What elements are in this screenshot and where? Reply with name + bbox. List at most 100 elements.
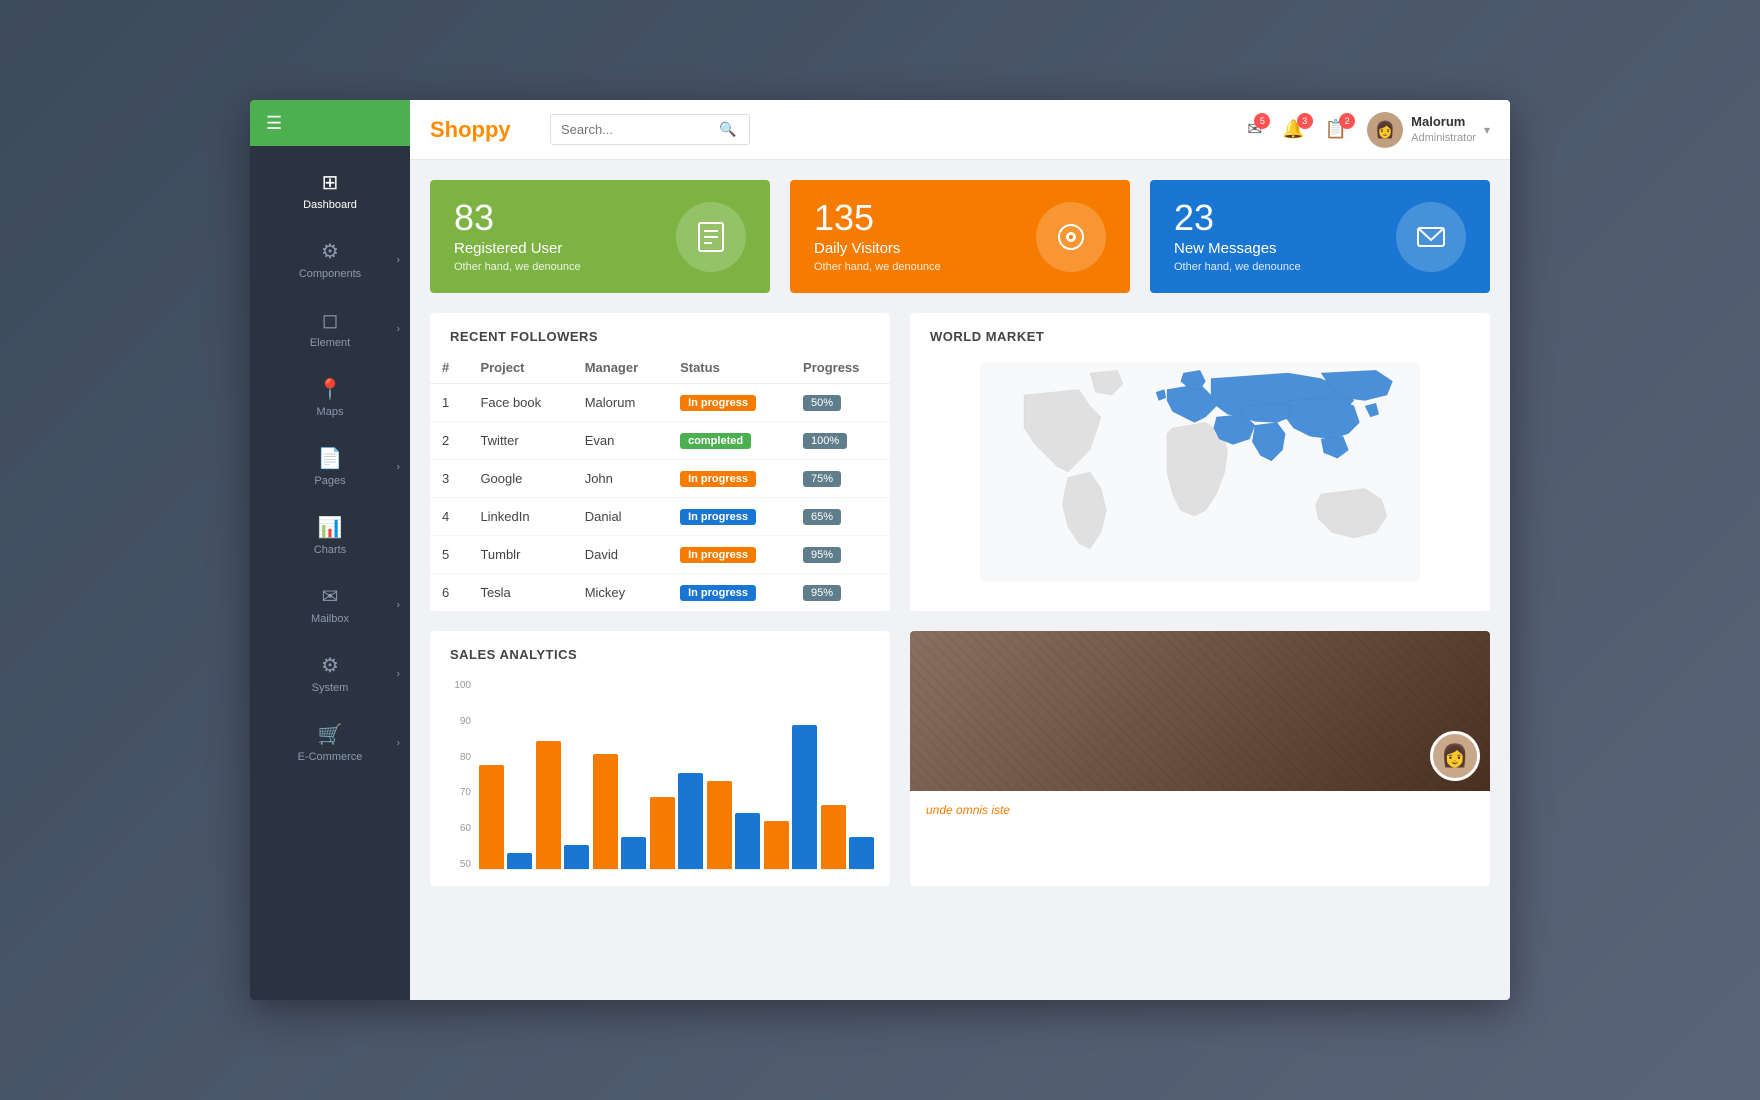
sidebar-item-mailbox[interactable]: ✉ Mailbox › — [250, 570, 410, 639]
followers-panel: RECENT FOLLOWERS # Project Manager Statu… — [430, 313, 890, 611]
cell-num: 1 — [430, 384, 468, 422]
bar-orange — [764, 821, 789, 869]
sidebar-item-pages[interactable]: 📄 Pages › — [250, 432, 410, 501]
table-row: 3 Google John In progress 75% — [430, 460, 890, 498]
reptile-texture-bg — [910, 631, 1490, 791]
search-button[interactable]: 🔍 — [711, 115, 744, 144]
sidebar-icon: ⊞ — [322, 170, 339, 195]
bottom-panels: RECENT FOLLOWERS # Project Manager Statu… — [430, 313, 1490, 611]
col-header-project: Project — [468, 352, 572, 384]
user-info[interactable]: 👩 Malorum Administrator ▾ — [1367, 112, 1490, 148]
notification-icon-btn[interactable]: 🔔 3 — [1282, 119, 1304, 140]
cell-status: In progress — [668, 574, 791, 612]
col-header-status: Status — [668, 352, 791, 384]
chevron-right-icon: › — [397, 254, 400, 265]
chevron-right-icon: › — [397, 461, 400, 472]
bar-group — [479, 765, 532, 869]
chart-container: 100 90 80 70 60 50 — [430, 670, 890, 886]
blog-image: 👩 — [910, 631, 1490, 791]
table-row: 6 Tesla Mickey In progress 95% — [430, 574, 890, 612]
cell-manager: John — [573, 460, 668, 498]
sidebar-icon: 📊 — [318, 515, 343, 540]
cell-num: 4 — [430, 498, 468, 536]
bar-group — [650, 773, 703, 869]
bar-blue — [621, 837, 646, 869]
col-header-manager: Manager — [573, 352, 668, 384]
sidebar-item-dashboard[interactable]: ⊞ Dashboard — [250, 156, 410, 225]
stat-icon-registered — [676, 202, 746, 272]
table-row: 5 Tumblr David In progress 95% — [430, 536, 890, 574]
bars-container — [479, 680, 874, 870]
sidebar-item-element[interactable]: ◻ Element › — [250, 294, 410, 363]
mail-icon-btn[interactable]: ✉ 5 — [1247, 119, 1262, 140]
bar-blue — [792, 725, 817, 869]
cell-project: Face book — [468, 384, 572, 422]
cell-status: In progress — [668, 384, 791, 422]
sidebar: ☰ ⊞ Dashboard ⚙ Components › ◻ Element ›… — [250, 100, 410, 1000]
bar-group — [593, 754, 646, 869]
cell-project: Twitter — [468, 422, 572, 460]
sidebar-item-components[interactable]: ⚙ Components › — [250, 225, 410, 294]
bar-orange — [650, 797, 675, 869]
table-row: 4 LinkedIn Danial In progress 65% — [430, 498, 890, 536]
stat-desc-messages: Other hand, we denounce — [1174, 261, 1301, 273]
followers-table: # Project Manager Status Progress 1 Face… — [430, 352, 890, 611]
sidebar-icon: 🛒 — [318, 722, 343, 747]
sidebar-label: E-Commerce — [298, 751, 363, 763]
stat-title-registered: Registered User — [454, 240, 581, 257]
bar-orange — [821, 805, 846, 869]
chevron-right-icon: › — [397, 668, 400, 679]
search-box: 🔍 — [550, 114, 750, 145]
cell-progress: 75% — [791, 460, 890, 498]
sidebar-item-system[interactable]: ⚙ System › — [250, 639, 410, 708]
blog-content: unde omnis iste — [910, 791, 1490, 829]
world-map-svg — [926, 362, 1474, 582]
sidebar-nav: ⊞ Dashboard ⚙ Components › ◻ Element › 📍… — [250, 146, 410, 1000]
cell-progress: 95% — [791, 574, 890, 612]
outer-wrapper: ☰ ⊞ Dashboard ⚙ Components › ◻ Element ›… — [0, 0, 1760, 1100]
cell-num: 5 — [430, 536, 468, 574]
stat-card-registered: 83 Registered User Other hand, we denoun… — [430, 180, 770, 293]
progress-badge: 100% — [803, 433, 847, 449]
sidebar-item-e-commerce[interactable]: 🛒 E-Commerce › — [250, 708, 410, 777]
cell-status: In progress — [668, 536, 791, 574]
sales-panel-title: SALES ANALYTICS — [430, 631, 890, 670]
chevron-right-icon: › — [397, 737, 400, 748]
menu-button[interactable]: ☰ — [250, 100, 410, 146]
chevron-right-icon: › — [397, 323, 400, 334]
sidebar-item-maps[interactable]: 📍 Maps — [250, 363, 410, 432]
main-content: Shoppy 🔍 ✉ 5 🔔 3 — [410, 100, 1510, 1000]
status-badge: completed — [680, 433, 751, 449]
y-axis: 100 90 80 70 60 50 — [446, 680, 471, 870]
cell-progress: 65% — [791, 498, 890, 536]
cell-manager: Mickey — [573, 574, 668, 612]
bar-blue — [564, 845, 589, 869]
search-input[interactable] — [551, 116, 711, 143]
blog-panel: 👩 unde omnis iste — [910, 631, 1490, 886]
stat-title-messages: New Messages — [1174, 240, 1301, 257]
bar-blue — [849, 837, 874, 869]
cell-project: Google — [468, 460, 572, 498]
col-header-num: # — [430, 352, 468, 384]
cell-project: Tumblr — [468, 536, 572, 574]
chevron-right-icon: › — [397, 599, 400, 610]
bar-blue — [507, 853, 532, 869]
sidebar-label: Dashboard — [303, 199, 357, 211]
world-market-panel: WORLD MARKET — [910, 313, 1490, 611]
avatar: 👩 — [1367, 112, 1403, 148]
cell-progress: 95% — [791, 536, 890, 574]
bar-orange — [536, 741, 561, 869]
col-header-progress: Progress — [791, 352, 890, 384]
stat-number-registered: 83 — [454, 200, 581, 236]
app-logo: Shoppy — [430, 117, 530, 143]
progress-badge: 95% — [803, 547, 841, 563]
clipboard-icon-btn[interactable]: 📋 2 — [1325, 119, 1347, 140]
user-name: Malorum — [1411, 114, 1476, 131]
header: Shoppy 🔍 ✉ 5 🔔 3 — [410, 100, 1510, 160]
sidebar-label: Maps — [317, 406, 344, 418]
stat-cards: 83 Registered User Other hand, we denoun… — [430, 180, 1490, 293]
sidebar-item-charts[interactable]: 📊 Charts — [250, 501, 410, 570]
cell-num: 2 — [430, 422, 468, 460]
cell-status: In progress — [668, 498, 791, 536]
sidebar-icon: ◻ — [322, 308, 339, 333]
